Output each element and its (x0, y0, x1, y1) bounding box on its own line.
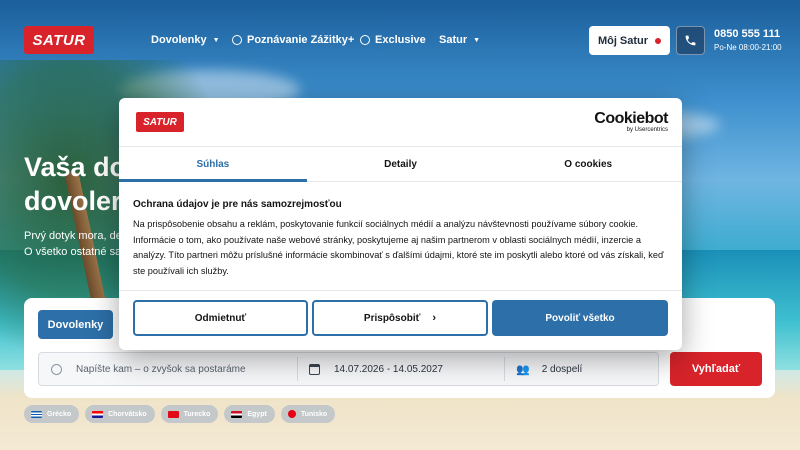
turkey-flag-icon (167, 410, 179, 418)
notification-dot-icon (655, 37, 662, 44)
chip-label: Turecko (183, 410, 211, 418)
search-button[interactable]: Vyhľadať (670, 352, 762, 386)
nav-label: Exclusive (375, 34, 426, 46)
nav-item-exclusive[interactable]: Exclusive (360, 34, 426, 46)
chip-chorvatsko[interactable]: Chorvátsko (85, 405, 155, 423)
allow-all-button[interactable]: Povoliť všetko (492, 300, 668, 336)
chevron-down-icon: ▼ (212, 36, 220, 44)
tunisia-flag-icon (287, 410, 296, 418)
site-header: SATUR Dovolenky ▼ Poznávanie Zážitky+ Ex… (0, 0, 800, 80)
phone-number[interactable]: 0850 555 111 (714, 28, 780, 40)
travellers-field[interactable]: 👥 2 dospelí (516, 353, 656, 385)
nav-item-poznavanie[interactable]: Poznávanie Zážitky+ (232, 34, 354, 46)
tab-suhlas[interactable]: Súhlas (119, 147, 307, 182)
destination-placeholder: Napíšte kam – o zvyšok sa postaráme (76, 363, 246, 375)
date-value: 14.07.2026 - 14.05.2027 (334, 363, 443, 375)
nav-item-satur[interactable]: Satur ▼ (439, 34, 480, 46)
dialog-satur-logo: SATUR (136, 112, 184, 132)
chip-grecko[interactable]: Grécko (24, 405, 80, 423)
nav-label: Poznávanie Zážitky+ (247, 34, 355, 46)
search-form-row: Napíšte kam – o zvyšok sa postaráme 14.0… (38, 352, 659, 386)
logo-text: SATUR (32, 31, 86, 49)
phone-hours: Po-Ne 08:00-21:00 (714, 43, 782, 52)
phone-icon (685, 35, 696, 46)
satur-logo[interactable]: SATUR (24, 26, 94, 54)
chevron-down-icon: ▼ (473, 36, 481, 44)
customize-label: Prispôsobiť (363, 312, 421, 324)
globe-icon (232, 35, 242, 45)
reject-button[interactable]: Odmietnuť (133, 300, 308, 336)
chip-turecko[interactable]: Turecko (160, 405, 219, 423)
location-icon (51, 363, 62, 375)
cookiebot-name: Cookiebot (594, 110, 668, 127)
chip-egypt[interactable]: Egypt (224, 405, 275, 423)
chip-tunisko[interactable]: Tunisko (280, 405, 336, 423)
croatia-flag-icon (92, 410, 104, 418)
nav-label: Dovolenky (151, 34, 207, 46)
dialog-body-text: Na prispôsobenie obsahu a reklám, poskyt… (133, 219, 664, 276)
people-icon: 👥 (516, 363, 530, 376)
cookie-consent-dialog: SATUR Cookiebot by Usercentrics Súhlas D… (119, 98, 682, 350)
travellers-value: 2 dospelí (541, 363, 583, 375)
dialog-tabs: Súhlas Detaily O cookies (119, 146, 682, 182)
cookiebot-logo[interactable]: Cookiebot by Usercentrics (594, 110, 668, 133)
chip-label: Egypt (247, 410, 267, 418)
customize-button[interactable]: Prispôsobiť › (312, 300, 488, 336)
nav-label: Satur (439, 34, 468, 46)
account-button[interactable]: Môj Satur (589, 26, 670, 55)
field-divider (297, 357, 298, 381)
chevron-right-icon: › (432, 312, 437, 324)
tab-detaily[interactable]: Detaily (307, 147, 495, 181)
chip-label: Tunisko (300, 410, 328, 418)
date-field[interactable]: 14.07.2026 - 14.05.2027 (309, 353, 499, 385)
field-divider (504, 357, 505, 381)
tab-o-cookies[interactable]: O cookies (494, 147, 682, 181)
dialog-logo-text: SATUR (143, 116, 177, 128)
calendar-icon (309, 363, 320, 375)
dialog-heading: Ochrana údajov je pre nás samozrejmosťou (133, 199, 342, 210)
allow-all-label: Povoliť všetko (545, 312, 615, 324)
reject-label: Odmietnuť (194, 312, 247, 324)
dialog-divider (119, 290, 682, 291)
destination-chips: Grécko Chorvátsko Turecko Egypt Tunisko (24, 405, 341, 423)
hero-subtitle: Prvý dotyk mora, de O všetko ostatné sa (24, 230, 122, 258)
greece-flag-icon (31, 410, 42, 418)
globe-icon (360, 35, 370, 45)
chip-label: Chorvátsko (108, 410, 147, 418)
destination-field[interactable]: Napíšte kam – o zvyšok sa postaráme (51, 353, 297, 385)
chip-label: Grécko (47, 410, 72, 418)
egypt-flag-icon (231, 410, 243, 418)
account-label: Môj Satur (597, 34, 649, 47)
phone-button[interactable] (676, 26, 705, 55)
nav-item-dovolenky[interactable]: Dovolenky ▼ (151, 34, 220, 46)
tab-dovolenky[interactable]: Dovolenky (38, 310, 113, 339)
